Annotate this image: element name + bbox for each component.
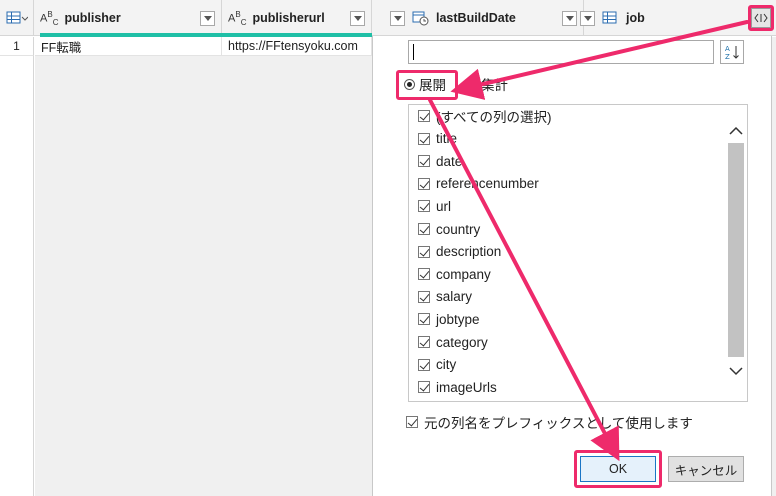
checkbox-label: category (436, 334, 488, 350)
column-checkbox-item[interactable]: salary (418, 287, 472, 307)
checkbox-label: company (436, 266, 491, 282)
checkbox-label: salary (436, 289, 473, 305)
highlight-expand-radio (396, 70, 458, 100)
checkbox-label: imageUrls (436, 379, 497, 395)
column-header-lastbuilddate[interactable]: lastBuildDate (372, 0, 584, 36)
list-scrollbar[interactable] (726, 105, 746, 401)
column-checkbox-item[interactable]: category (418, 332, 488, 352)
checkbox[interactable] (418, 132, 430, 145)
checkbox[interactable] (418, 245, 430, 258)
column-checkbox-item[interactable]: jobtype (418, 309, 480, 329)
svg-text:A: A (725, 45, 730, 53)
chevron-up-icon (729, 126, 743, 135)
checkbox-label: referencenumber (436, 176, 539, 192)
column-name: publisher (64, 11, 121, 25)
datetime-type-icon (412, 11, 429, 26)
text-type-icon: ABC (40, 9, 59, 27)
filter-dropdown-button[interactable] (200, 11, 215, 26)
checkbox-label: title (436, 131, 458, 147)
column-checkbox-item[interactable]: date (418, 151, 462, 171)
table-icon (6, 11, 28, 24)
column-checkbox-item[interactable]: company (418, 264, 491, 284)
column-search-input[interactable] (408, 40, 714, 64)
column-checkbox-item[interactable]: imageUrls (418, 377, 497, 397)
scroll-thumb[interactable] (728, 143, 744, 357)
table-cell-publisher[interactable]: FF転職 (35, 37, 222, 56)
column-checkbox-item[interactable]: title (418, 129, 457, 149)
column-name: job (626, 11, 645, 25)
radio-indicator (466, 78, 477, 90)
row-number: 1 (0, 37, 34, 56)
checkbox[interactable] (418, 336, 430, 348)
column-name: lastBuildDate (436, 11, 516, 25)
checkbox[interactable] (418, 177, 430, 190)
checkbox[interactable] (418, 223, 430, 235)
filter-dropdown-button[interactable] (562, 11, 577, 26)
prefix-option[interactable]: 元の列名をプレフィックスとして使用します (406, 412, 693, 432)
checkbox[interactable] (418, 358, 430, 371)
prefix-label: 元の列名をプレフィックスとして使用します (424, 416, 693, 431)
column-checkbox-item[interactable]: description (418, 242, 501, 262)
row-gutter (0, 56, 34, 496)
column-checkbox-item[interactable]: url (418, 196, 451, 216)
grid-right-strip (772, 37, 776, 496)
sort-az-button[interactable]: A Z (720, 40, 744, 64)
checkbox-label: country (436, 221, 481, 237)
table-cell-publisherurl[interactable]: https://FFtensyoku.com (222, 37, 372, 56)
filter-dropdown-button[interactable] (580, 11, 595, 26)
checkbox-label: jobtype (436, 311, 480, 327)
checkbox[interactable] (418, 313, 430, 326)
column-header-publisher[interactable]: ABC publisher (34, 0, 222, 36)
filter-dropdown-button[interactable] (350, 11, 365, 26)
checkbox-label: date (436, 153, 463, 169)
checkbox-label: description (436, 244, 502, 260)
filter-dropdown-button[interactable] (390, 11, 405, 26)
table-menu-button[interactable] (0, 0, 34, 36)
highlight-expand-button (748, 5, 774, 31)
text-type-icon: ABC (228, 9, 247, 27)
empty-grid-area (35, 56, 372, 496)
scroll-up-button[interactable] (726, 121, 746, 141)
checkbox[interactable] (418, 200, 430, 213)
column-checkbox-item[interactable]: referencenumber (418, 174, 539, 194)
column-checkbox-item[interactable]: (すべての列の選択) (418, 106, 552, 126)
column-checkbox-item[interactable]: country (418, 219, 480, 239)
checkbox-label: city (436, 357, 457, 373)
sort-ascending-icon: A Z (725, 45, 739, 60)
checkbox-label: (すべての列の選択) (436, 110, 552, 125)
checkbox[interactable] (418, 268, 430, 281)
checkbox[interactable] (406, 416, 418, 428)
column-name: publisherurl (252, 11, 325, 25)
table-type-icon (602, 11, 617, 24)
checkbox-label: url (436, 198, 452, 214)
text-caret (413, 44, 414, 60)
radio-label: 集計 (481, 78, 508, 93)
highlight-ok-button (574, 450, 662, 488)
column-header-publisherurl[interactable]: ABC publisherurl (222, 0, 372, 36)
cancel-button[interactable]: キャンセル (668, 456, 744, 482)
column-header-row: ABC publisher ABC publisherurl lastBuild… (0, 0, 776, 37)
chevron-down-icon (729, 367, 743, 376)
checkbox[interactable] (418, 155, 430, 168)
checkbox[interactable] (418, 381, 430, 394)
checkbox[interactable] (418, 110, 430, 122)
column-checkbox-item[interactable]: city (418, 355, 456, 375)
checkbox[interactable] (418, 290, 430, 303)
scroll-down-button[interactable] (726, 361, 746, 381)
radio-aggregate[interactable]: 集計 (466, 74, 508, 94)
svg-text:Z: Z (725, 53, 730, 60)
